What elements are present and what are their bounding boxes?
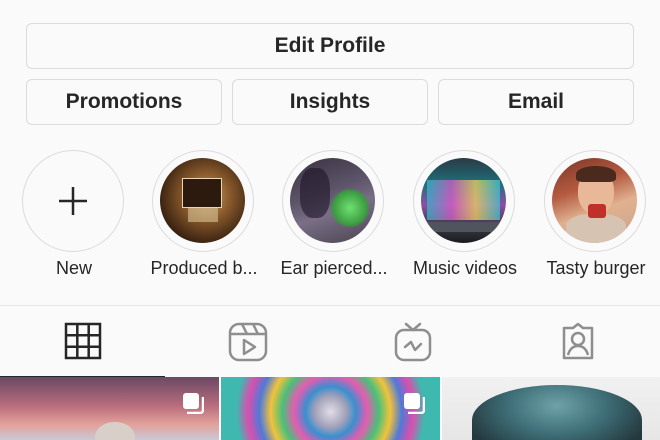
email-button[interactable]: Email [438, 79, 634, 125]
multiple-posts-icon [404, 393, 425, 414]
highlight-label: Tasty burger [546, 258, 646, 278]
tab-tagged[interactable] [495, 306, 660, 378]
igtv-icon [394, 322, 431, 362]
post-thumbnail[interactable] [221, 377, 440, 440]
story-highlights: New Produced b... Ear pierced... Music v… [0, 148, 660, 288]
grid-icon [64, 322, 101, 360]
highlight-label: Ear pierced... [280, 258, 388, 278]
highlight-ear-pierced[interactable]: Ear pierced... [270, 148, 398, 288]
tab-igtv[interactable] [330, 306, 495, 378]
highlight-ring [282, 150, 384, 252]
highlight-cover-image [552, 158, 637, 243]
multiple-posts-icon [183, 393, 204, 414]
reels-icon [228, 322, 267, 362]
insights-button[interactable]: Insights [232, 79, 428, 125]
highlight-label: Produced b... [150, 258, 258, 278]
post-thumbnail[interactable] [0, 377, 219, 440]
plus-icon [23, 151, 123, 251]
highlight-tasty-burger[interactable]: Tasty burger [532, 148, 660, 288]
highlight-produced[interactable]: Produced b... [140, 148, 268, 288]
tab-grid[interactable] [0, 306, 165, 378]
profile-tab-bar [0, 305, 660, 378]
highlight-cover-image [290, 158, 375, 243]
highlight-music-videos[interactable]: Music videos [401, 148, 529, 288]
highlight-label: Music videos [412, 258, 518, 278]
highlight-cover-image [421, 158, 506, 243]
highlight-ring [22, 150, 124, 252]
highlight-ring [413, 150, 515, 252]
tab-reels[interactable] [165, 306, 330, 378]
post-thumbnail[interactable] [442, 377, 660, 440]
highlight-ring [544, 150, 646, 252]
post-grid [0, 377, 660, 440]
highlight-ring [152, 150, 254, 252]
edit-profile-button[interactable]: Edit Profile [26, 23, 634, 69]
highlight-label: New [55, 258, 92, 278]
highlight-new[interactable]: New [10, 148, 138, 288]
tagged-icon [562, 322, 593, 360]
highlight-cover-image [160, 158, 245, 243]
promotions-button[interactable]: Promotions [26, 79, 222, 125]
